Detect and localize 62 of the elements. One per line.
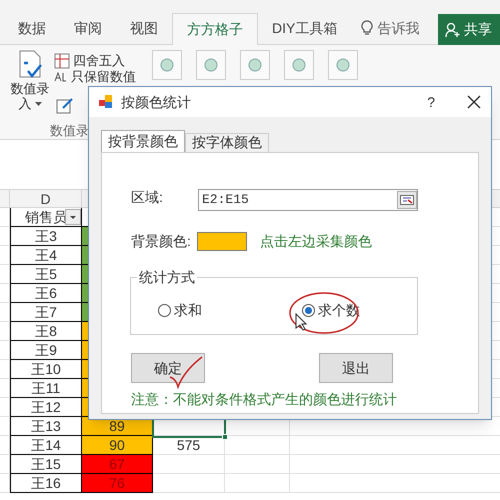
circle-icon <box>292 58 306 72</box>
dialog-tab[interactable]: 按字体颜色 <box>185 133 269 152</box>
tell-me-text: 告诉我 <box>377 18 420 38</box>
column-header[interactable]: D <box>10 190 82 207</box>
close-icon[interactable] <box>467 95 481 109</box>
help-button[interactable]: ? <box>427 92 435 112</box>
name-cell: 王15 <box>10 455 82 474</box>
circle-icon <box>160 58 174 72</box>
name-cell: 王16 <box>10 474 82 493</box>
empty-cell <box>225 455 290 474</box>
ribbon-tab[interactable]: 数据 <box>4 12 60 44</box>
ribbon-tab[interactable]: DIY工具箱 <box>258 12 352 44</box>
ok-button[interactable]: 确定 <box>131 353 205 383</box>
name-cell: 王12 <box>10 398 82 417</box>
pick-hint: 点击左边采集颜色 <box>260 232 372 251</box>
share-button[interactable]: 共享 <box>438 14 500 45</box>
name-cell: 王3 <box>10 227 82 246</box>
name-cell: 王7 <box>10 303 82 322</box>
abc-icon <box>54 72 68 82</box>
name-cell: 王8 <box>10 322 82 341</box>
add-person-icon <box>445 22 461 38</box>
name-cell: 王5 <box>10 265 82 284</box>
exit-button[interactable]: 退出 <box>319 353 393 383</box>
round-button[interactable]: 四舍五入 <box>54 51 125 70</box>
ribbon-tab[interactable]: 审阅 <box>60 12 116 44</box>
caret-icon <box>34 102 42 106</box>
ribbon-tab[interactable]: 方方格子 <box>172 13 258 45</box>
color-cell: 76 <box>82 474 153 493</box>
check-mark-annotation <box>168 355 204 389</box>
color-swatch[interactable] <box>197 232 247 251</box>
cursor-icon <box>295 313 307 331</box>
range-picker-icon[interactable] <box>397 191 417 209</box>
circle-icon <box>336 58 350 72</box>
name-cell: 王13 <box>10 417 82 436</box>
tell-me-box[interactable]: 告诉我 <box>361 12 420 44</box>
color-cell: 67 <box>82 455 153 474</box>
lightbulb-icon <box>361 20 374 36</box>
fill-handle[interactable] <box>222 434 228 440</box>
grid-percent-icon <box>54 52 70 69</box>
name-cell: 王6 <box>10 284 82 303</box>
note-text: 注意：不能对条件格式产生的颜色进行统计 <box>131 390 397 409</box>
range-label: 区域: <box>131 188 163 207</box>
radio-circle[interactable] <box>302 304 315 317</box>
name-cell: 王4 <box>10 246 82 265</box>
color-label: 背景颜色: <box>131 232 191 251</box>
name-cell: 王14 <box>10 436 82 455</box>
radio-option[interactable]: 求和 <box>158 300 202 321</box>
name-cell: 王10 <box>10 360 82 379</box>
color-cell: 90 <box>82 436 153 455</box>
dialog-title: 按颜色统计 <box>121 92 192 112</box>
dialog-tab[interactable]: 按背景颜色 <box>101 130 185 152</box>
name-cell: 王9 <box>10 341 82 360</box>
group-label: 数值录 <box>50 122 89 140</box>
name-cell: 王11 <box>10 379 82 398</box>
ribbon-tab[interactable]: 视图 <box>116 12 172 44</box>
number-entry-button[interactable]: 数值录 入 <box>8 49 52 119</box>
app-icon <box>99 95 113 109</box>
keep-values-button[interactable]: 只保留数值 <box>54 69 136 84</box>
empty-cell <box>225 474 290 493</box>
range-input[interactable]: E2:E15 <box>198 189 418 211</box>
circle-icon <box>248 58 262 72</box>
circle-icon <box>204 58 218 72</box>
